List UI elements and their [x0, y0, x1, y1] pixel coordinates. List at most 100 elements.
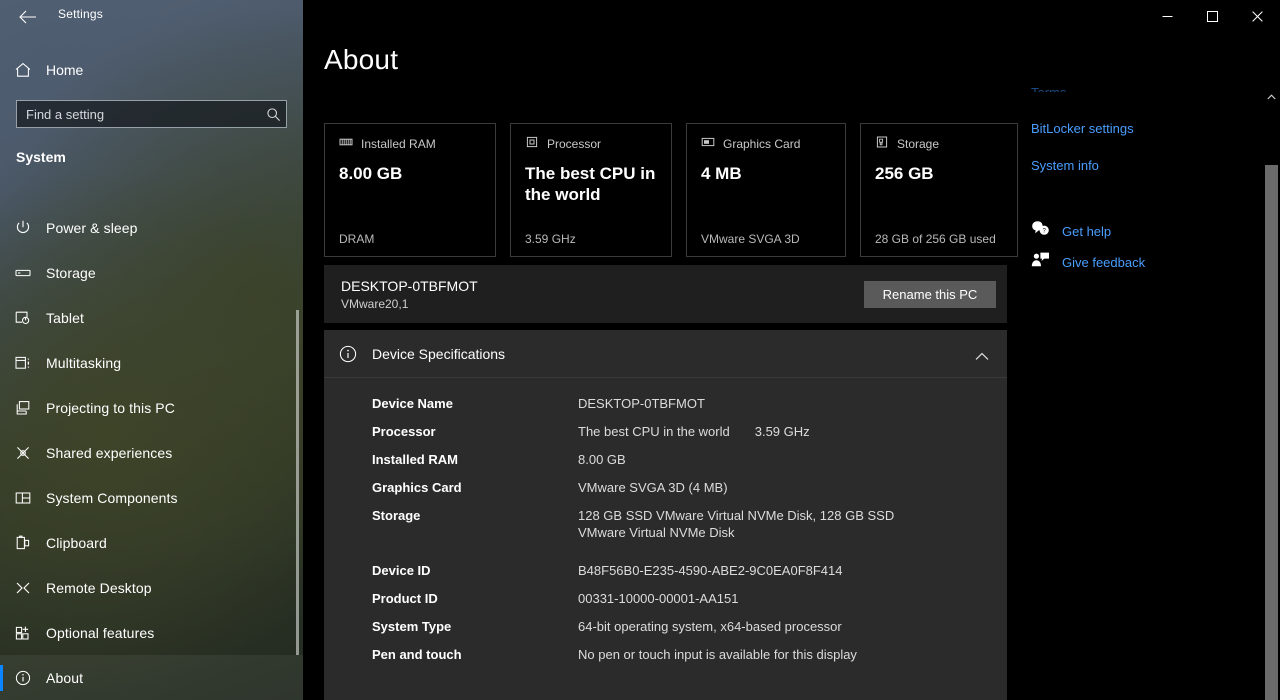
device-specifications-header[interactable]: Device Specifications: [324, 330, 1007, 378]
spec-key: Installed RAM: [372, 451, 578, 468]
device-specifications-panel: Device Specifications Device Name DESKTO…: [324, 330, 1007, 700]
home-icon: [0, 62, 46, 78]
spec-key: Graphics Card: [372, 479, 578, 496]
spec-value: 128 GB SSD VMware Virtual NVMe Disk, 128…: [578, 507, 933, 541]
sidebar-item-remote-desktop-label: Remote Desktop: [46, 580, 152, 596]
main-scrollbar[interactable]: [1263, 86, 1280, 700]
spec-value: 00331-10000-00001-AA151: [578, 590, 738, 607]
card-processor[interactable]: Processor The best CPU in the world 3.59…: [510, 123, 672, 257]
spec-row: System Type 64-bit operating system, x64…: [324, 618, 1007, 635]
spec-row: Storage 128 GB SSD VMware Virtual NVMe D…: [324, 507, 1007, 541]
power-icon: [0, 219, 46, 237]
spec-key: Pen and touch: [372, 646, 578, 663]
give-feedback-link[interactable]: Give feedback: [1031, 251, 1145, 273]
sidebar-item-projecting-label: Projecting to this PC: [46, 400, 175, 416]
card-graphics-card[interactable]: Graphics Card 4 MB VMware SVGA 3D: [686, 123, 846, 257]
clipboard-icon: [0, 534, 46, 552]
sidebar-item-tablet[interactable]: Tablet: [0, 295, 303, 340]
related-links-rail: Terms BitLocker settings System info ? G…: [1031, 0, 1261, 700]
info-cards: Installed RAM 8.00 GB DRAM Processor The…: [324, 123, 1018, 257]
terms-link[interactable]: Terms: [1031, 85, 1066, 92]
spec-value: VMware SVGA 3D (4 MB): [578, 479, 728, 496]
remote-desktop-icon: [0, 579, 46, 597]
spec-value: DESKTOP-0TBFMOT: [578, 395, 705, 412]
search-container: [16, 100, 287, 128]
spec-row: Device Name DESKTOP-0TBFMOT: [324, 395, 1007, 412]
system-info-link[interactable]: System info: [1031, 158, 1099, 173]
sidebar-item-clipboard[interactable]: Clipboard: [0, 520, 303, 565]
gpu-icon: [701, 135, 715, 154]
sidebar-item-about[interactable]: About: [0, 655, 303, 700]
spec-row: Device ID B48F56B0-E235-4590-ABE2-9C0EA0…: [324, 562, 1007, 579]
sidebar-item-storage[interactable]: Storage: [0, 250, 303, 295]
device-specifications-title: Device Specifications: [372, 346, 505, 362]
device-specifications-body: Device Name DESKTOP-0TBFMOT Processor Th…: [324, 378, 1007, 663]
sidebar-item-remote-desktop[interactable]: Remote Desktop: [0, 565, 303, 610]
sidebar-item-power-sleep[interactable]: Power & sleep: [0, 205, 303, 250]
get-help-label: Get help: [1062, 224, 1111, 239]
card-storage-sub: 28 GB of 256 GB used: [875, 232, 1003, 246]
card-storage-value: 256 GB: [875, 163, 1003, 184]
device-name: DESKTOP-0TBFMOT: [341, 278, 478, 295]
spec-row: Graphics Card VMware SVGA 3D (4 MB): [324, 479, 1007, 496]
cpu-icon: [525, 135, 539, 154]
spec-row: Processor The best CPU in the world 3.59…: [324, 423, 1007, 440]
card-installed-ram[interactable]: Installed RAM 8.00 GB DRAM: [324, 123, 496, 257]
chevron-up-icon: [1267, 94, 1276, 100]
info-icon: [324, 344, 372, 364]
search-icon[interactable]: [260, 107, 286, 122]
ram-icon: [339, 135, 353, 154]
bitlocker-settings-link[interactable]: BitLocker settings: [1031, 121, 1134, 136]
sidebar-item-about-label: About: [46, 670, 83, 686]
spec-value: B48F56B0-E235-4590-ABE2-9C0EA0F8F414: [578, 562, 843, 579]
info-icon: [0, 669, 46, 687]
get-help-link[interactable]: ? Get help: [1031, 220, 1111, 242]
card-graphics-card-sub: VMware SVGA 3D: [701, 232, 831, 246]
sidebar-item-storage-label: Storage: [46, 265, 96, 281]
back-button[interactable]: [6, 2, 50, 32]
give-feedback-label: Give feedback: [1062, 255, 1145, 270]
sidebar-item-optional-features[interactable]: Optional features: [0, 610, 303, 655]
sidebar-item-multitasking-label: Multitasking: [46, 355, 121, 371]
window-title: Settings: [58, 7, 103, 21]
sidebar-item-system-components[interactable]: System Components: [0, 475, 303, 520]
scrollbar-thumb[interactable]: [1265, 165, 1278, 700]
help-bubble-icon: ?: [1031, 220, 1050, 242]
card-installed-ram-sub: DRAM: [339, 232, 481, 246]
settings-window: Settings Home: [0, 0, 1280, 700]
spec-row: Product ID 00331-10000-00001-AA151: [324, 590, 1007, 607]
sidebar-item-shared-experiences[interactable]: Shared experiences: [0, 430, 303, 475]
optional-features-icon: [0, 624, 46, 642]
card-storage[interactable]: Storage 256 GB 28 GB of 256 GB used: [860, 123, 1018, 257]
shared-experiences-icon: [0, 444, 46, 462]
sidebar-item-system-components-label: System Components: [46, 490, 178, 506]
sidebar-scrollbar[interactable]: [296, 310, 299, 655]
back-arrow-icon: [19, 10, 37, 24]
device-model: VMware20,1: [341, 296, 478, 312]
device-name-bar: DESKTOP-0TBFMOT VMware20,1 Rename this P…: [324, 265, 1007, 323]
card-processor-value: The best CPU in the world: [525, 163, 657, 205]
spec-value: 8.00 GB: [578, 451, 626, 468]
storage-icon: [875, 135, 889, 154]
spec-value: 64-bit operating system, x64-based proce…: [578, 618, 842, 635]
chevron-up-icon[interactable]: [975, 348, 989, 366]
sidebar-item-home[interactable]: Home: [0, 55, 303, 85]
sidebar-item-multitasking[interactable]: Multitasking: [0, 340, 303, 385]
sidebar-nav: Power & sleep Storage: [0, 205, 303, 700]
sidebar-item-projecting[interactable]: Projecting to this PC: [0, 385, 303, 430]
rename-this-pc-button[interactable]: Rename this PC: [864, 281, 996, 308]
sidebar-group-title: System: [16, 149, 66, 165]
feedback-person-icon: [1031, 251, 1050, 273]
card-installed-ram-value: 8.00 GB: [339, 163, 481, 184]
spec-value-secondary: 3.59 GHz: [755, 423, 810, 440]
tablet-icon: [0, 309, 46, 327]
spec-row: Installed RAM 8.00 GB: [324, 451, 1007, 468]
spec-value: No pen or touch input is available for t…: [578, 646, 857, 663]
search-input[interactable]: [17, 101, 260, 127]
spec-key: Product ID: [372, 590, 578, 607]
scroll-up-button[interactable]: [1263, 86, 1280, 108]
card-storage-label: Storage: [897, 137, 939, 151]
page-title: About: [324, 44, 398, 76]
card-installed-ram-label: Installed RAM: [361, 137, 436, 151]
card-processor-label: Processor: [547, 137, 601, 151]
